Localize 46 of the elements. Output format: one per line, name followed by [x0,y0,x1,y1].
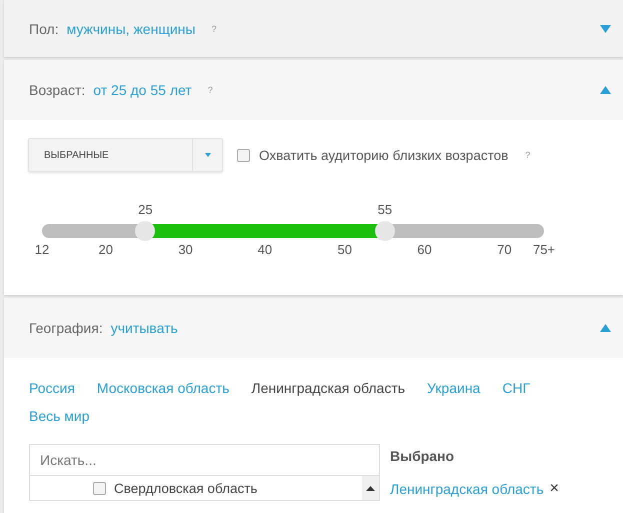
section-label: Пол: [29,20,59,36]
section-value-link[interactable]: мужчины, женщины [66,20,196,36]
age-dropdown[interactable]: ВЫБРАННЫЕ [28,138,223,172]
help-icon[interactable]: ? [208,85,213,95]
collapse-icon[interactable] [600,86,611,94]
section-value-link[interactable]: учитывать [110,320,178,336]
expand-icon[interactable] [600,24,611,32]
selected-region-link[interactable]: Ленинградская область [390,481,544,497]
tick-label: 20 [98,242,113,257]
tick-label: 60 [417,242,432,257]
slider-value: 25 [138,202,153,217]
tick-label: 40 [258,242,272,257]
checkbox[interactable] [93,482,106,494]
section-header[interactable]: География: учитывать [4,298,623,358]
selected-title: Выбрано [390,448,456,464]
section-header[interactable]: Пол: мужчины, женщины ? [4,0,623,57]
scroll-up-icon[interactable] [366,486,375,490]
tick-label: 75+ [532,242,556,257]
age-slider-track[interactable] [42,224,544,238]
region-tab[interactable]: Ленинградская область [251,380,406,396]
tick-label: 70 [497,242,512,257]
tick-label: 50 [337,242,352,257]
scrollbar[interactable] [362,476,379,500]
region-tab[interactable]: Весь мир [29,408,90,424]
slider-handle[interactable] [374,221,395,241]
region-name: Свердловская область [114,480,258,496]
checkbox-label: Охватить аудиторию близких возрастов [259,148,508,162]
tick-label: 30 [178,242,193,257]
region-tab[interactable]: Московская область [96,380,230,396]
help-icon[interactable]: ? [211,24,216,34]
search-field[interactable]: Искать... [29,444,380,476]
help-icon[interactable]: ? [525,150,530,160]
slider-handle[interactable] [135,221,156,241]
checkbox[interactable] [237,148,250,162]
caret-icon [204,153,210,157]
section-label: География: [29,320,103,336]
collapse-icon[interactable] [600,324,611,332]
remove-button[interactable]: × [550,480,559,498]
region-tab[interactable]: Украина [427,380,480,396]
region-tab[interactable]: Россия [29,380,75,396]
tick-label: 12 [34,242,50,257]
section-header[interactable]: Возраст: от 25 до 55 лет ? [4,60,623,120]
section-label: Возраст: [29,82,86,98]
region-tab[interactable]: СНГ [502,380,530,396]
section-value-link[interactable]: от 25 до 55 лет [93,82,192,98]
slider-value: 55 [378,202,392,217]
